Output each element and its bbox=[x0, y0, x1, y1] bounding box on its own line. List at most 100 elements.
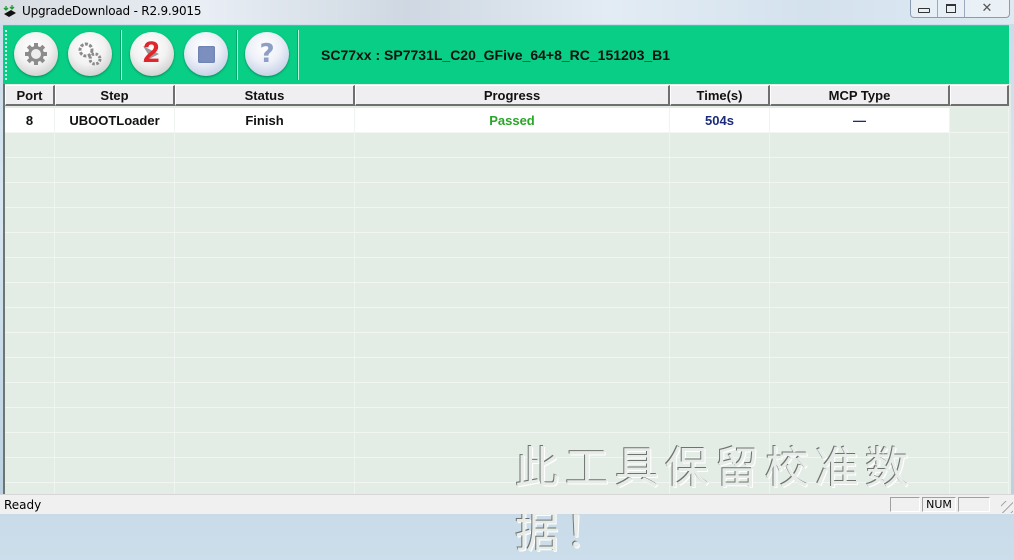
empty-cell bbox=[670, 208, 770, 232]
empty-cell bbox=[355, 233, 670, 257]
empty-cell bbox=[5, 408, 55, 432]
empty-cell bbox=[5, 158, 55, 182]
empty-cell bbox=[950, 158, 1009, 182]
title-bar: UpgradeDownload - R2.9.9015 ✕ bbox=[0, 0, 1014, 24]
column-header-step[interactable]: Step bbox=[55, 85, 175, 106]
empty-table-row bbox=[5, 258, 1009, 283]
empty-table-row bbox=[5, 333, 1009, 358]
empty-cell bbox=[670, 358, 770, 382]
empty-cell bbox=[670, 283, 770, 307]
start-button[interactable]: 2 bbox=[130, 32, 174, 76]
empty-cell bbox=[55, 283, 175, 307]
cell-time: 504s bbox=[670, 108, 770, 132]
empty-cell bbox=[950, 233, 1009, 257]
empty-cell bbox=[355, 258, 670, 282]
empty-cell bbox=[950, 408, 1009, 432]
empty-cell bbox=[55, 358, 175, 382]
empty-cell bbox=[175, 258, 355, 282]
column-header-status[interactable]: Status bbox=[175, 85, 355, 106]
settings-button[interactable] bbox=[14, 32, 58, 76]
empty-table-row bbox=[5, 233, 1009, 258]
empty-cell bbox=[175, 383, 355, 407]
minimize-button[interactable] bbox=[911, 0, 937, 17]
status-pane-caps bbox=[890, 497, 920, 512]
toolbar: 2 ? SC77xx : SP7731L_C20_GFive_64+8_RC_1… bbox=[3, 25, 1009, 84]
column-header-mcp-type[interactable]: MCP Type bbox=[770, 85, 950, 106]
empty-cell bbox=[175, 433, 355, 457]
gear-icon bbox=[25, 43, 47, 65]
empty-cell bbox=[770, 183, 950, 207]
resize-grip[interactable] bbox=[1001, 501, 1013, 513]
empty-cell bbox=[770, 133, 950, 157]
empty-cell bbox=[950, 258, 1009, 282]
empty-cell bbox=[355, 333, 670, 357]
empty-cell bbox=[175, 208, 355, 232]
empty-cell bbox=[670, 133, 770, 157]
toolbar-separator bbox=[236, 30, 238, 80]
start-count-badge: 2 bbox=[143, 36, 160, 69]
empty-cell bbox=[175, 358, 355, 382]
empty-cell bbox=[950, 383, 1009, 407]
column-header-port[interactable]: Port bbox=[5, 85, 55, 106]
empty-cell bbox=[770, 408, 950, 432]
stop-icon bbox=[197, 45, 215, 63]
empty-cell bbox=[670, 233, 770, 257]
column-header-progress[interactable]: Progress bbox=[355, 85, 670, 106]
empty-cell bbox=[950, 308, 1009, 332]
empty-cell bbox=[175, 333, 355, 357]
status-bar: Ready NUM bbox=[0, 494, 1014, 514]
maximize-button[interactable] bbox=[937, 0, 964, 17]
empty-cell bbox=[770, 158, 950, 182]
empty-cell bbox=[175, 408, 355, 432]
advanced-settings-button[interactable] bbox=[68, 32, 112, 76]
column-header-time[interactable]: Time(s) bbox=[670, 85, 770, 106]
empty-cell bbox=[55, 408, 175, 432]
empty-cell bbox=[5, 383, 55, 407]
empty-cell bbox=[55, 458, 175, 482]
toolbar-separator bbox=[297, 30, 299, 80]
empty-cell bbox=[55, 158, 175, 182]
empty-cell bbox=[55, 258, 175, 282]
empty-cell bbox=[355, 183, 670, 207]
empty-cell bbox=[175, 158, 355, 182]
empty-cell bbox=[670, 158, 770, 182]
empty-cell bbox=[55, 208, 175, 232]
empty-cell bbox=[950, 133, 1009, 157]
cell-step: UBOOTLoader bbox=[55, 108, 175, 132]
empty-cell bbox=[175, 233, 355, 257]
empty-cell bbox=[950, 333, 1009, 357]
empty-cell bbox=[5, 333, 55, 357]
close-icon: ✕ bbox=[981, 1, 993, 16]
empty-cell bbox=[670, 308, 770, 332]
empty-cell bbox=[770, 233, 950, 257]
help-button[interactable]: ? bbox=[245, 32, 289, 76]
empty-table-row bbox=[5, 308, 1009, 333]
empty-cell bbox=[355, 383, 670, 407]
column-header-empty bbox=[950, 85, 1009, 106]
empty-cell bbox=[950, 283, 1009, 307]
table-row[interactable]: 8 UBOOTLoader Finish Passed 504s — bbox=[5, 108, 1009, 133]
window-title: UpgradeDownload - R2.9.9015 bbox=[22, 4, 202, 18]
cell-empty bbox=[950, 108, 1009, 132]
empty-table-row bbox=[5, 383, 1009, 408]
cell-mcp-type: — bbox=[770, 108, 950, 132]
empty-cell bbox=[770, 383, 950, 407]
app-icon bbox=[3, 5, 17, 19]
stop-button[interactable] bbox=[184, 32, 228, 76]
empty-cell bbox=[55, 383, 175, 407]
empty-table-row bbox=[5, 358, 1009, 383]
empty-cell bbox=[355, 283, 670, 307]
toolbar-separator bbox=[120, 30, 122, 80]
empty-table-row bbox=[5, 183, 1009, 208]
empty-cell bbox=[5, 258, 55, 282]
status-text: Ready bbox=[4, 498, 42, 512]
empty-cell bbox=[55, 333, 175, 357]
empty-cell bbox=[175, 458, 355, 482]
empty-cell bbox=[355, 133, 670, 157]
empty-table-row bbox=[5, 283, 1009, 308]
empty-table-row bbox=[5, 133, 1009, 158]
close-button[interactable]: ✕ bbox=[964, 0, 1009, 17]
empty-cell bbox=[670, 333, 770, 357]
empty-table-row bbox=[5, 408, 1009, 433]
empty-cell bbox=[770, 358, 950, 382]
